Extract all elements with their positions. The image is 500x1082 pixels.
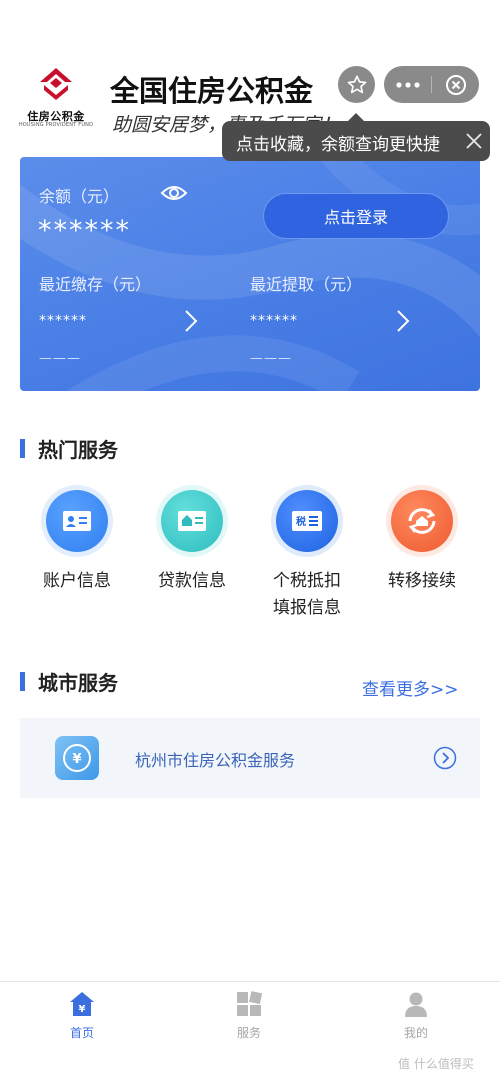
service-label: 转移接续: [388, 571, 456, 591]
recent-deposit-value: ******: [39, 313, 87, 329]
service-tax-deduction[interactable]: 税 个税抵扣 填报信息: [252, 490, 362, 630]
recent-withdraw-sub: ———: [250, 351, 292, 366]
city-services-title: 城市服务: [38, 671, 118, 695]
balance-card: 余额（元） ****** 点击登录 最近缴存（元） ****** ——— 最近提…: [20, 157, 480, 391]
svg-text:¥: ¥: [79, 1004, 86, 1015]
city-fund-icon: ¥: [55, 736, 99, 780]
service-loan-info[interactable]: 贷款信息: [137, 490, 247, 630]
section-marker: [20, 672, 25, 691]
more-dots-icon: [395, 81, 420, 88]
tab-services[interactable]: 服务: [209, 990, 289, 1050]
close-icon[interactable]: [464, 131, 484, 151]
tab-home[interactable]: ¥ 首页: [42, 990, 122, 1050]
section-marker: [20, 439, 25, 458]
service-label: 贷款信息: [158, 571, 226, 591]
service-account-info[interactable]: 账户信息: [22, 490, 132, 630]
close-mini-program-button[interactable]: [432, 66, 479, 103]
recent-withdraw-value: ******: [250, 313, 298, 329]
chevron-right-icon[interactable]: [184, 309, 198, 333]
watermark: 值 什么值得买: [398, 1057, 474, 1071]
svg-text:¥: ¥: [72, 752, 81, 767]
hot-services-title: 热门服务: [38, 438, 118, 462]
mini-program-capsule: [384, 66, 479, 103]
tab-label: 我的: [403, 1026, 428, 1040]
favorite-button[interactable]: [338, 66, 375, 103]
recent-deposit-sub: ———: [39, 351, 81, 366]
close-circle-icon: [445, 74, 466, 95]
balance-value: ******: [38, 215, 131, 246]
account-card-icon: [46, 490, 108, 552]
logo-mark-icon: [40, 68, 72, 100]
housing-fund-logo: 住房公积金 HOUSING PROVIDENT FUND: [18, 66, 94, 130]
loan-house-icon: [161, 490, 223, 552]
service-transfer[interactable]: 转移接续: [367, 490, 477, 630]
home-icon: ¥: [70, 992, 94, 1016]
balance-label: 余额（元）: [39, 187, 120, 206]
recent-withdraw-label: 最近提取（元）: [250, 275, 363, 294]
tab-label: 服务: [236, 1026, 261, 1040]
chevron-right-circle-icon: [433, 746, 457, 770]
city-service-label: 杭州市住房公积金服务: [135, 751, 296, 770]
service-label: 账户信息: [43, 571, 111, 591]
favorite-tooltip: 点击收藏，余额查询更快捷: [222, 113, 490, 161]
tax-icon: 税: [276, 490, 338, 552]
svg-text:税: 税: [296, 515, 306, 528]
city-service-item[interactable]: ¥ 杭州市住房公积金服务: [20, 718, 480, 798]
login-button[interactable]: 点击登录: [263, 193, 449, 239]
chevron-right-icon[interactable]: [396, 309, 410, 333]
star-icon: [347, 74, 366, 93]
tab-label: 首页: [69, 1026, 94, 1040]
recent-deposit-label: 最近缴存（元）: [39, 275, 152, 294]
eye-icon[interactable]: [160, 183, 188, 203]
transfer-icon: [391, 490, 453, 552]
service-label: 个税抵扣 填报信息: [273, 571, 341, 618]
user-icon: [405, 992, 427, 1017]
services-grid-icon: [237, 991, 263, 1016]
logo-text-en: HOUSING PROVIDENT FUND: [18, 122, 94, 128]
view-more-link[interactable]: 查看更多>>: [362, 675, 459, 700]
tab-mine[interactable]: 我的: [376, 990, 456, 1050]
app-title: 全国住房公积金: [110, 74, 314, 108]
tooltip-text: 点击收藏，余额查询更快捷: [236, 135, 440, 155]
more-button[interactable]: [384, 66, 431, 103]
